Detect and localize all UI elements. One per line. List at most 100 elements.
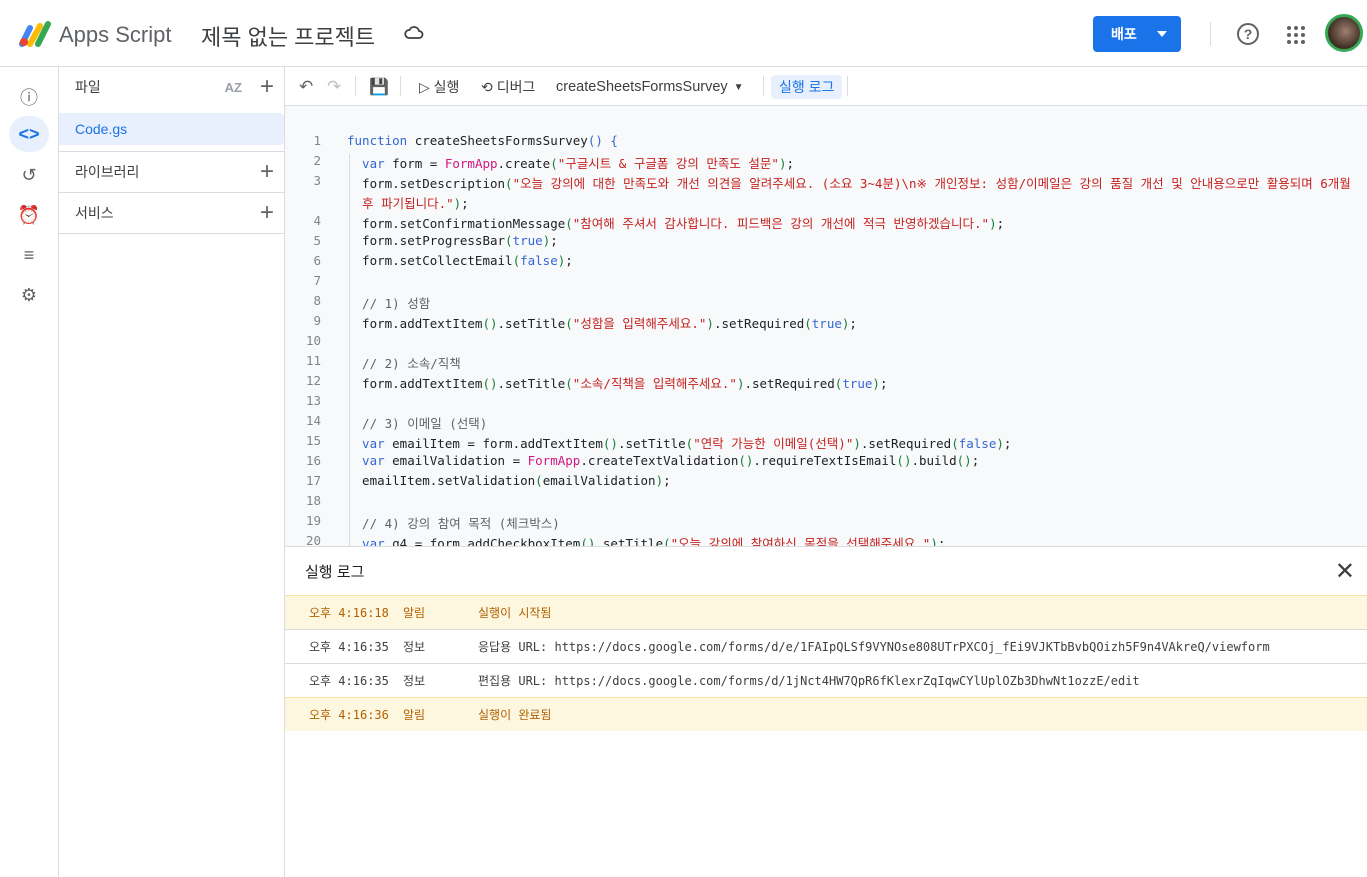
code-token: ) [778, 156, 787, 171]
code-token: ( [505, 176, 513, 191]
line-number: 12 [305, 373, 321, 388]
code-token: "성함을 입력해주세요." [572, 316, 707, 331]
line-number: 2 [313, 153, 321, 168]
code-token: ( [512, 253, 521, 268]
log-time: 오후 4:16:36 [309, 708, 389, 722]
executions-icon[interactable]: ≡ [9, 237, 49, 273]
code-token: ; [663, 473, 671, 488]
log-level: 알림 [403, 606, 426, 620]
code-token: .setTitle [497, 376, 566, 391]
line-number: 9 [313, 313, 321, 328]
execution-log-panel: 실행 로그 ✕ 오후 4:16:18 알림 실행이 시작됨 오후 4:16:35 정보 응… [285, 546, 1367, 877]
libraries-header: 라이브러리 + [59, 152, 284, 192]
code-token: // 4) 강의 참여 목적 (체크박스) [347, 516, 560, 531]
code-token: .setTitle [595, 536, 664, 546]
code-token: ( [565, 376, 573, 391]
code-token: form.addTextItem [347, 376, 483, 391]
code-line: form.setConfirmationMessage("참여해 주셔서 감사합… [347, 213, 1004, 232]
close-icon[interactable]: ✕ [1335, 557, 1355, 586]
avatar[interactable] [1325, 14, 1363, 52]
code-token: ) [930, 536, 938, 546]
cloud-saved-icon [404, 26, 424, 39]
code-token: createSheetsFormsSurvey [414, 133, 588, 148]
code-token: .setRequired [860, 436, 952, 451]
code-line: form.addTextItem().setTitle("소속/직책을 입력해주… [347, 373, 887, 392]
code-token: ) [853, 436, 861, 451]
code-line: var emailItem = form.addTextItem().setTi… [347, 433, 1011, 452]
history-icon[interactable]: ↺ [9, 157, 49, 193]
log-row: 오후 4:16:36 알림 실행이 완료됨 [285, 697, 1367, 731]
code-token: () [956, 453, 972, 468]
file-item-code-gs[interactable]: Code.gs [59, 113, 284, 145]
execution-log-button[interactable]: 실행 로그 [771, 75, 843, 99]
project-title[interactable]: 제목 없는 프로젝트 [201, 20, 375, 52]
line-number: 19 [305, 513, 321, 528]
triggers-alarm-icon[interactable]: ⏰ [9, 197, 49, 233]
run-button[interactable]: ▷ 실행 [419, 75, 459, 99]
add-file-icon[interactable]: + [260, 73, 274, 101]
add-library-icon[interactable]: + [260, 158, 274, 186]
code-token: ( [535, 473, 543, 488]
services-header: 서비스 + [59, 193, 284, 233]
code-token: "오늘 강의에 참여하신 목적을 선택해주세요." [670, 536, 931, 546]
code-token: ; [849, 316, 857, 331]
code-token: ( [804, 316, 812, 331]
function-select[interactable]: createSheetsFormsSurvey ▼ [556, 75, 744, 99]
code-line: form.setProgressBar(true); [347, 233, 558, 248]
code-token: ( [951, 436, 959, 451]
code-line: 후 파기됩니다."); [347, 193, 469, 212]
code-token: ( [565, 316, 573, 331]
code-token: "소속/직책을 입력해주세요." [572, 376, 737, 391]
code-token: ( [565, 216, 573, 231]
google-apps-icon[interactable] [1287, 26, 1305, 44]
code-token: emailItem = form.addTextItem [392, 436, 603, 451]
code-line: var emailValidation = FormApp.createText… [347, 453, 979, 468]
code-token: true [842, 376, 873, 391]
code-token: form.addTextItem [347, 316, 483, 331]
line-number: 10 [305, 333, 321, 348]
code-token: ; [461, 196, 469, 211]
line-number: 18 [305, 493, 321, 508]
debug-label: 디버그 [496, 79, 536, 95]
code-token: form.setProgressBar [347, 233, 506, 248]
code-line: var form = FormApp.create("구글시트 & 구글폼 강의… [347, 153, 794, 172]
divider [1210, 22, 1211, 46]
libraries-label: 라이브러리 [75, 164, 140, 180]
code-token: emailValidation = [392, 453, 528, 468]
code-line: form.setDescription("오늘 강의에 대한 만족도와 개선 의… [347, 173, 1351, 192]
code-token: "오늘 강의에 대한 만족도와 개선 의견을 알려주세요. (소요 3~4분)\… [512, 176, 1351, 191]
settings-gear-icon[interactable]: ⚙ [9, 277, 49, 313]
undo-icon[interactable]: ↶ [299, 75, 313, 99]
code-token: false [958, 436, 997, 451]
code-token: ; [786, 156, 795, 171]
deploy-button[interactable]: 배포 [1093, 16, 1181, 52]
redo-icon[interactable]: ↷ [327, 75, 341, 99]
debug-button[interactable]: ⟲ 디버그 [481, 75, 535, 99]
code-token: // 3) 이메일 (선택) [347, 416, 488, 431]
code-token: ) [706, 316, 714, 331]
log-level: 정보 [403, 674, 426, 688]
app-name: Apps Script [59, 22, 172, 47]
code-token: form.setDescription [347, 176, 506, 191]
top-bar: Apps Script 제목 없는 프로젝트 배포 ? [0, 0, 1367, 67]
code-token: emailValidation [542, 473, 656, 488]
code-token: ; [937, 536, 946, 546]
editor-code-icon[interactable]: <> [9, 116, 49, 152]
code-token: ; [565, 253, 573, 268]
code-token: var [347, 453, 393, 468]
code-token: () [482, 316, 498, 331]
code-token: "구글시트 & 구글폼 강의 만족도 설문" [557, 156, 779, 171]
log-time: 오후 4:16:35 [309, 674, 389, 688]
code-token: ; [1003, 436, 1012, 451]
code-editor[interactable]: 1 function createSheetsFormsSurvey() {2 v… [285, 106, 1367, 546]
help-icon[interactable]: ? [1237, 23, 1259, 45]
overview-info-icon[interactable]: ⓘ [9, 79, 49, 115]
code-line: function createSheetsFormsSurvey() { [347, 133, 618, 148]
sort-az-icon[interactable]: AZ [225, 80, 242, 95]
log-time: 오후 4:16:18 [309, 606, 389, 620]
save-icon[interactable]: 💾 [369, 75, 389, 99]
add-service-icon[interactable]: + [260, 199, 274, 227]
line-number: 8 [313, 293, 321, 308]
code-token: ) [655, 473, 664, 488]
log-row: 오후 4:16:35 정보 응답용 URL: https://docs.google… [285, 629, 1367, 663]
